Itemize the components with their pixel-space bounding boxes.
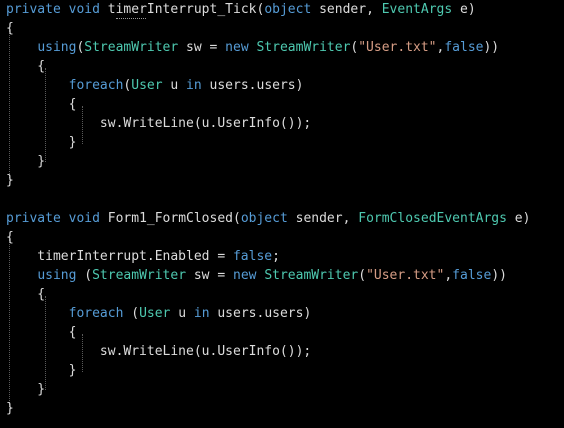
code-token: ( [76, 268, 93, 283]
code-token: foreach [68, 78, 124, 93]
code-token: ; [272, 249, 280, 264]
code-token: } [6, 135, 77, 150]
code-token: using [37, 40, 77, 55]
code-token: } [6, 154, 46, 169]
code-token: } [6, 382, 46, 397]
code-line[interactable]: { [6, 19, 14, 38]
code-line[interactable]: { [6, 285, 45, 304]
code-token: in [186, 78, 202, 93]
code-line[interactable]: { [6, 228, 14, 247]
code-token: { [6, 59, 46, 74]
code-token: foreach [68, 306, 124, 321]
code-token: sw = [178, 40, 226, 55]
code-line[interactable]: } [6, 399, 14, 418]
code-token: false [232, 249, 273, 264]
code-token: StreamWriter [84, 40, 179, 55]
code-line[interactable]: { [6, 57, 45, 76]
code-token: u [170, 306, 194, 321]
code-line[interactable]: sw.WriteLine(u.UserInfo()); [6, 114, 311, 133]
code-token: )) [483, 40, 500, 55]
code-token: StreamWriter [264, 268, 359, 283]
code-token: } [6, 173, 14, 188]
code-token: sw.WriteLine(u.UserInfo()); [6, 344, 312, 359]
code-token: ( [358, 268, 367, 283]
code-token: User [131, 78, 163, 93]
code-line[interactable]: } [6, 133, 77, 152]
code-token: in [193, 306, 210, 321]
code-line[interactable]: timerInterrupt.Enabled = false; [6, 247, 280, 266]
code-line[interactable]: } [6, 171, 14, 190]
code-token: using [37, 268, 77, 283]
code-token: object [264, 2, 312, 17]
code-token: sw.WriteLine(u.UserInfo()); [6, 116, 312, 131]
code-token: { [6, 325, 77, 340]
code-line[interactable]: } [6, 152, 45, 171]
code-line[interactable]: sw.WriteLine(u.UserInfo()); [6, 342, 311, 361]
squiggle-underline [116, 16, 146, 19]
code-line[interactable]: } [6, 380, 45, 399]
code-token: timerInterrupt.Enabled = [6, 249, 233, 264]
code-token: EventArgs [381, 2, 453, 17]
code-token: e) [452, 2, 476, 17]
code-token: { [6, 287, 46, 302]
code-token: { [6, 230, 14, 245]
code-token: } [6, 401, 14, 416]
code-token: false [444, 40, 484, 55]
code-line[interactable]: { [6, 323, 77, 342]
code-token: users.users) [201, 78, 304, 93]
code-token: private [6, 2, 61, 17]
code-line[interactable]: using (StreamWriter sw = new StreamWrite… [6, 266, 507, 285]
code-token: users.users) [209, 306, 312, 321]
code-token: e) [506, 211, 531, 226]
code-line[interactable]: using(StreamWriter sw = new StreamWriter… [6, 38, 499, 57]
code-token: Form1_FormClosed( [99, 211, 241, 226]
code-token: { [6, 21, 14, 36]
code-token: )) [491, 268, 507, 283]
code-token: } [6, 363, 77, 378]
code-token: sender, [311, 2, 382, 17]
code-token: timerInterrupt_Tick( [99, 2, 265, 17]
code-line[interactable]: foreach (User u in users.users) [6, 304, 312, 323]
code-token: void [68, 2, 100, 17]
code-token: sw = [186, 268, 233, 283]
code-token: StreamWriter [256, 40, 351, 55]
code-token: { [6, 97, 77, 112]
code-token: "User.txt" [366, 268, 445, 283]
code-token: new [225, 40, 249, 55]
code-line[interactable]: private void timerInterrupt_Tick(object … [6, 0, 476, 19]
code-line[interactable]: private void Form1_FormClosed(object sen… [6, 209, 530, 228]
code-token: User [139, 306, 171, 321]
code-token: false [452, 268, 492, 283]
code-token: sender, [287, 211, 359, 226]
code-line[interactable]: } [6, 361, 77, 380]
code-token: StreamWriter [92, 268, 187, 283]
code-token: ( [123, 306, 140, 321]
code-line[interactable]: foreach(User u in users.users) [6, 76, 304, 95]
code-token: object [240, 211, 288, 226]
code-editor[interactable]: private void timerInterrupt_Tick(object … [0, 0, 564, 428]
code-token: u [162, 78, 187, 93]
code-token: private [6, 211, 61, 226]
code-token: void [68, 211, 100, 226]
code-token: new [233, 268, 257, 283]
code-token: "User.txt" [358, 40, 437, 55]
code-token: , [444, 268, 453, 283]
code-line[interactable]: { [6, 95, 77, 114]
code-token: FormClosedEventArgs [358, 211, 507, 226]
